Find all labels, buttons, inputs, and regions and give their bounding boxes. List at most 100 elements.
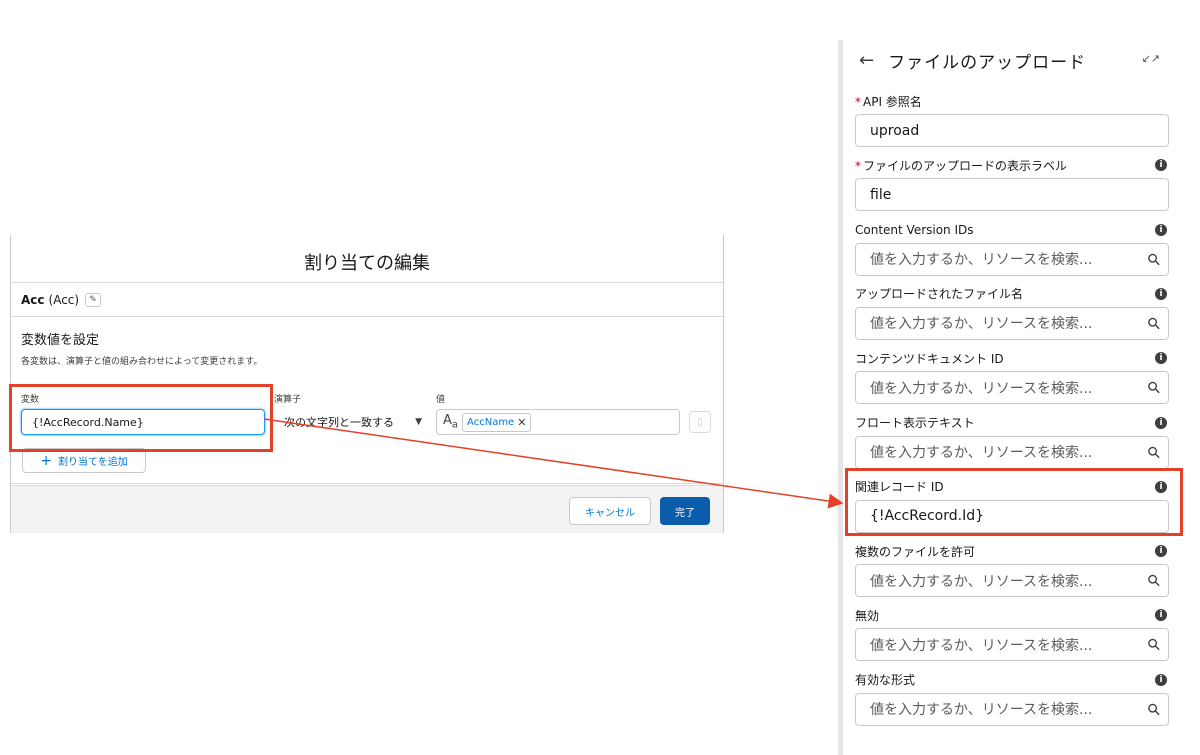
- required-marker: *: [855, 94, 861, 109]
- info-icon[interactable]: i: [1155, 352, 1167, 365]
- element-name: Acc: [21, 292, 45, 307]
- highlight-box-related-record: [845, 468, 1183, 536]
- file-upload-panel: ← ファイルのアップロード ↙↗ * API 参照名 uproad * ファイルのアップ…: [838, 40, 1178, 755]
- modal-header: 割り当ての編集: [11, 235, 723, 283]
- done-button[interactable]: 完了: [660, 497, 710, 525]
- field-value: file: [870, 186, 892, 203]
- field-label-value: 複数のファイルを許可: [855, 544, 976, 559]
- field-label: コンテンツドキュメント ID i: [855, 349, 1169, 367]
- field-label-text: 複数のファイルを許可: [855, 543, 975, 560]
- add-assignment-label: 割り当てを追加: [57, 457, 128, 468]
- field-label-text: Content Version IDs: [855, 223, 974, 237]
- highlight-box-variable: [9, 384, 273, 452]
- search-icon[interactable]: ⚲: [1143, 377, 1165, 399]
- field-label-text: アップロードされたファイル名: [855, 285, 1023, 302]
- operator-column-label: 演算子: [274, 395, 302, 405]
- search-icon[interactable]: ⚲: [1143, 441, 1165, 463]
- field-label-text: フロート表示テキスト: [855, 414, 975, 431]
- info-icon[interactable]: i: [1155, 416, 1167, 429]
- info-icon[interactable]: i: [1155, 223, 1167, 236]
- field-1: * ファイルのアップロードの表示ラベル i file: [855, 156, 1169, 212]
- field-label: 複数のファイルを許可 i: [855, 542, 1169, 560]
- field-input[interactable]: 値を入力するか、リソースを検索... ⚲: [855, 692, 1169, 726]
- delete-row-button[interactable]: ▯: [689, 411, 711, 433]
- field-label-value: 無効: [855, 608, 880, 623]
- field-label-value: API 参照名: [863, 94, 922, 109]
- modal-title: 割り当ての編集: [304, 252, 430, 274]
- field-label-text: コンテンツドキュメント ID: [855, 350, 1004, 367]
- field-input[interactable]: file: [855, 178, 1169, 212]
- info-icon[interactable]: i: [1155, 609, 1167, 622]
- field-label-text: 有効な形式: [855, 671, 915, 688]
- field-input[interactable]: 値を入力するか、リソースを検索... ⚲: [855, 564, 1169, 598]
- field-input[interactable]: 値を入力するか、リソースを検索... ⚲: [855, 628, 1169, 662]
- field-value: uproad: [870, 122, 920, 139]
- required-marker: *: [855, 158, 861, 173]
- collapse-icon[interactable]: ↙↗: [1142, 52, 1160, 65]
- field-label: Content Version IDs i: [855, 221, 1169, 239]
- field-label-value: アップロードされたファイル名: [855, 287, 1024, 302]
- value-input[interactable]: Aa AccName ✕: [436, 409, 680, 435]
- field-label: * ファイルのアップロードの表示ラベル i: [855, 156, 1169, 174]
- field-input[interactable]: 値を入力するか、リソースを検索... ⚲: [855, 435, 1169, 469]
- cancel-button[interactable]: キャンセル: [569, 497, 651, 525]
- back-arrow-icon[interactable]: ←: [859, 50, 874, 71]
- field-label: フロート表示テキスト i: [855, 414, 1169, 432]
- field-label: * API 参照名: [855, 92, 1169, 110]
- field-label-value: コンテンツドキュメント ID: [855, 351, 1004, 366]
- panel-header: ← ファイルのアップロード ↙↗: [843, 40, 1178, 80]
- trash-icon: ▯: [697, 416, 703, 428]
- field-placeholder: 値を入力するか、リソースを検索...: [870, 252, 1093, 269]
- info-icon[interactable]: i: [1155, 545, 1167, 558]
- caret-down-icon: ▼: [415, 417, 422, 427]
- search-icon[interactable]: ⚲: [1143, 248, 1165, 270]
- modal-footer: キャンセル 完了: [11, 485, 723, 533]
- field-9: 有効な形式 i 値を入力するか、リソースを検索... ⚲: [855, 671, 1169, 726]
- search-icon[interactable]: ⚲: [1143, 570, 1165, 592]
- operator-select[interactable]: 次の文字列と一致する ▼: [274, 409, 428, 435]
- close-icon[interactable]: ✕: [517, 416, 526, 429]
- value-column-label: 値: [436, 395, 446, 405]
- field-input[interactable]: 値を入力するか、リソースを検索... ⚲: [855, 306, 1169, 340]
- search-icon[interactable]: ⚲: [1143, 313, 1165, 335]
- field-5: フロート表示テキスト i 値を入力するか、リソースを検索... ⚲: [855, 414, 1169, 469]
- field-placeholder: 値を入力するか、リソースを検索...: [870, 573, 1093, 590]
- text-type-icon: Aa: [443, 413, 459, 431]
- element-name-row: Acc (Acc) ✎: [11, 283, 723, 317]
- field-label: 無効 i: [855, 606, 1169, 624]
- operator-value: 次の文字列と一致する: [284, 416, 394, 429]
- field-label-value: Content Version IDs: [855, 222, 974, 237]
- element-api-name: (Acc): [48, 292, 80, 307]
- field-placeholder: 値を入力するか、リソースを検索...: [870, 637, 1093, 654]
- field-4: コンテンツドキュメント ID i 値を入力するか、リソースを検索... ⚲: [855, 349, 1169, 405]
- field-label-text: 無効: [855, 607, 879, 624]
- field-input[interactable]: 値を入力するか、リソースを検索... ⚲: [855, 371, 1169, 405]
- field-label-value: ファイルのアップロードの表示ラベル: [863, 158, 1068, 173]
- field-7: 複数のファイルを許可 i 値を入力するか、リソースを検索... ⚲: [855, 542, 1169, 598]
- field-input[interactable]: uproad: [855, 114, 1169, 147]
- panel-title: ファイルのアップロード: [888, 52, 1087, 73]
- field-2: Content Version IDs i 値を入力するか、リソースを検索... ⚲: [855, 221, 1169, 276]
- field-placeholder: 値を入力するか、リソースを検索...: [870, 380, 1093, 397]
- field-0: * API 参照名 uproad: [855, 92, 1169, 147]
- field-label: 有効な形式 i: [855, 671, 1169, 689]
- pencil-icon[interactable]: ✎: [85, 292, 102, 307]
- plus-icon: +: [40, 452, 52, 469]
- field-placeholder: 値を入力するか、リソースを検索...: [870, 445, 1093, 461]
- value-pill[interactable]: AccName ✕: [462, 412, 532, 432]
- field-input[interactable]: 値を入力するか、リソースを検索... ⚲: [855, 242, 1169, 276]
- field-label-value: フロート表示テキスト: [855, 416, 975, 430]
- section-description: 各変数は、演算子と値の組み合わせによって変更されます。: [21, 357, 263, 367]
- search-icon[interactable]: ⚲: [1143, 698, 1165, 720]
- field-label-value: 有効な形式: [855, 673, 916, 688]
- info-icon[interactable]: i: [1155, 673, 1167, 686]
- field-placeholder: 値を入力するか、リソースを検索...: [870, 702, 1093, 719]
- search-icon[interactable]: ⚲: [1143, 634, 1165, 656]
- field-3: アップロードされたファイル名 i 値を入力するか、リソースを検索... ⚲: [855, 285, 1169, 340]
- info-icon[interactable]: i: [1155, 159, 1167, 172]
- field-8: 無効 i 値を入力するか、リソースを検索... ⚲: [855, 606, 1169, 662]
- info-icon[interactable]: i: [1155, 287, 1167, 300]
- field-label-text: * ファイルのアップロードの表示ラベル: [855, 157, 1067, 174]
- field-label: アップロードされたファイル名 i: [855, 285, 1169, 303]
- field-label-text: * API 参照名: [855, 93, 922, 110]
